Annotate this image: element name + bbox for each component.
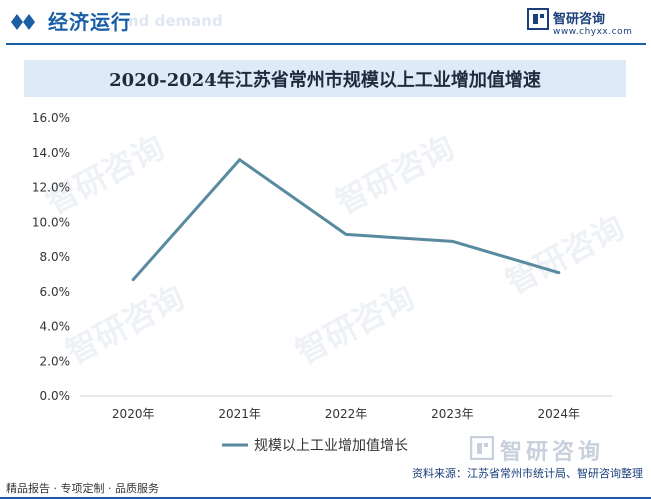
logo-icon: [470, 436, 494, 460]
data-point: [557, 271, 561, 275]
x-tick-label: 2020年: [112, 407, 155, 421]
data-point: [450, 239, 454, 243]
x-tick-label: 2021年: [218, 407, 261, 421]
y-tick-label: 10.0%: [32, 215, 70, 229]
y-tick-label: 14.0%: [32, 146, 70, 160]
y-tick-label: 0.0%: [40, 389, 71, 403]
y-tick-label: 4.0%: [40, 320, 71, 334]
y-tick-label: 12.0%: [32, 181, 70, 195]
data-point: [238, 158, 242, 162]
data-source: 资料来源：江苏省常州市统计局、智研咨询整理: [412, 467, 643, 480]
y-tick-label: 2.0%: [40, 354, 71, 368]
footer-logo-text: 智研咨询: [500, 440, 605, 465]
footer-logo: 智研咨询: [470, 436, 640, 465]
x-tick-label: 2022年: [325, 407, 368, 421]
y-tick-label: 16.0%: [32, 111, 70, 125]
y-tick-label: 8.0%: [40, 250, 71, 264]
x-tick-label: 2023年: [431, 407, 474, 421]
data-point: [131, 278, 135, 282]
y-tick-label: 6.0%: [40, 285, 71, 299]
line-chart: 0.0% 2.0% 4.0% 6.0% 8.0% 10.0% 12.0% 14.0% 16.0%…: [32, 111, 612, 454]
data-point: [344, 232, 348, 236]
footer-tagline: 精品报告 · 专项定制 · 品质服务: [6, 482, 159, 495]
x-tick-label: 2024年: [538, 407, 581, 421]
series-line: [132, 158, 560, 281]
legend-label: 规模以上工业增加值增长: [254, 438, 408, 454]
